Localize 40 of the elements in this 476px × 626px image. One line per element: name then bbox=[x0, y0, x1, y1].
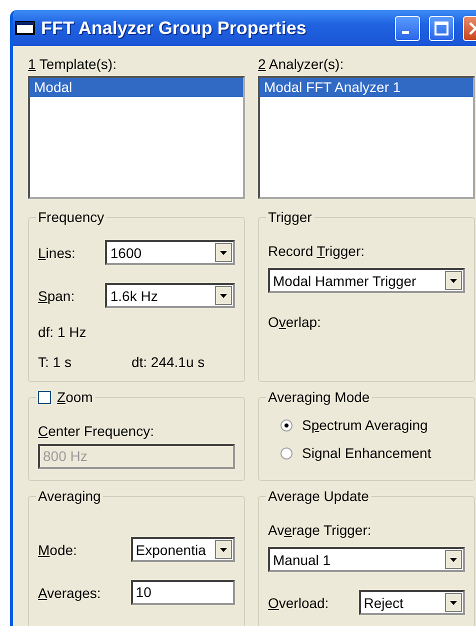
minimize-icon bbox=[402, 30, 409, 34]
radio-button[interactable]: Spectrum Averaging bbox=[280, 411, 465, 439]
field-label: Averages: bbox=[38, 584, 101, 600]
field-label: Overload: bbox=[268, 594, 329, 610]
dropdown[interactable]: 1.6k Hz bbox=[105, 283, 235, 308]
dropdown[interactable]: Manual 1 bbox=[268, 547, 465, 572]
checkbox-label[interactable]: Zoom bbox=[57, 389, 93, 405]
field-label: Center Frequency: bbox=[38, 423, 154, 439]
dropdown[interactable]: Reject bbox=[358, 590, 465, 615]
checkbox[interactable] bbox=[38, 390, 51, 404]
group-title: Average Update bbox=[268, 488, 369, 504]
list-box[interactable]: Modal bbox=[28, 76, 245, 199]
minimize-button[interactable] bbox=[395, 16, 420, 40]
list-label: 1 Template(s): bbox=[28, 56, 118, 74]
window-icon bbox=[15, 21, 35, 35]
group-title: Averaging Mode bbox=[268, 389, 370, 405]
field-label: Overlap: bbox=[268, 314, 321, 330]
maximize-button[interactable] bbox=[429, 16, 454, 40]
dropdown[interactable]: Modal Hammer Trigger bbox=[268, 268, 465, 293]
list-item[interactable]: Modal bbox=[30, 78, 243, 97]
maximize-icon bbox=[434, 20, 449, 36]
list-item[interactable]: Modal FFT Analyzer 1 bbox=[260, 78, 473, 97]
field-label: Mode: bbox=[38, 542, 78, 558]
field-label: Average Trigger: bbox=[268, 522, 372, 538]
field-label: Span: bbox=[38, 288, 76, 304]
field-label: Lines: bbox=[38, 244, 76, 260]
group-title: Frequency bbox=[38, 209, 104, 225]
info-text: dt: 244.1u s bbox=[131, 354, 205, 370]
info-text: df: 1 Hz bbox=[38, 324, 86, 340]
dropdown[interactable]: Exponentia bbox=[130, 537, 235, 562]
group-title: Trigger bbox=[268, 209, 312, 225]
list-box[interactable]: Modal FFT Analyzer 1 bbox=[258, 76, 475, 199]
text-field[interactable]: 10 bbox=[130, 580, 235, 605]
group-title: Averaging bbox=[38, 488, 101, 504]
list-label: 2 Analyzer(s): bbox=[258, 56, 345, 74]
info-text: T: 1 s bbox=[38, 354, 72, 370]
radio-button[interactable]: Signal Enhancement bbox=[280, 439, 465, 467]
field-label: Record Trigger: bbox=[268, 243, 365, 259]
dropdown[interactable]: 1600 bbox=[105, 240, 235, 265]
window-title: FFT Analyzer Group Properties bbox=[41, 18, 308, 38]
